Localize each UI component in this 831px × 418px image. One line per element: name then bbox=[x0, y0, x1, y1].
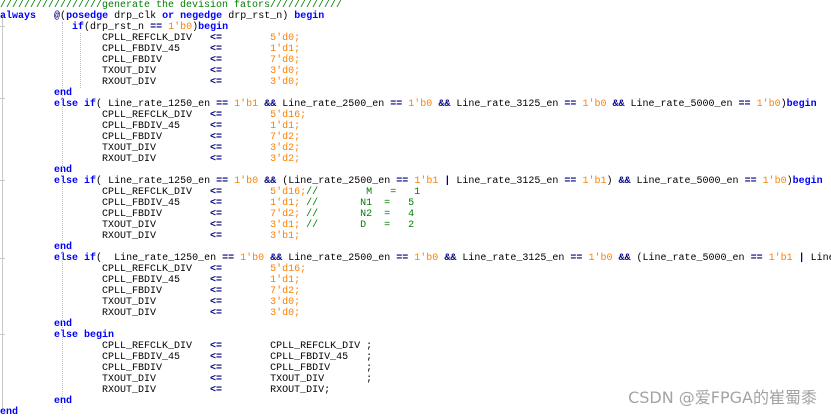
else-if-2500-3125: else if( Line_rate_1250_en == 1'b0 && (L… bbox=[54, 176, 823, 187]
assign-row-1-4: RXOUT_DIV <= 3'd2; bbox=[102, 154, 301, 165]
assign-row-0-4: RXOUT_DIV <= 3'd0; bbox=[102, 77, 301, 88]
fold-marker[interactable] bbox=[0, 180, 5, 181]
assign-row-2-1: CPLL_FBDIV_45 <= 1'd1; // N1 = 5 bbox=[102, 198, 415, 209]
end-line-4: end bbox=[54, 396, 73, 407]
end-line-3: end bbox=[54, 319, 73, 330]
assign-row-3-2: CPLL_FBDIV <= 7'd2; bbox=[102, 286, 301, 297]
end-line-1: end bbox=[54, 165, 73, 176]
assign-row-0-2: CPLL_FBDIV <= 7'd0; bbox=[102, 55, 301, 66]
assign-row-1-1: CPLL_FBDIV_45 <= 1'd1; bbox=[102, 121, 301, 132]
else-if-5000: else if( Line_rate_1250_en == 1'b0 && Li… bbox=[54, 253, 831, 264]
assign-row-0-3: TXOUT_DIV <= 3'd0; bbox=[102, 66, 301, 77]
fold-gutter bbox=[0, 0, 10, 416]
fold-marker[interactable] bbox=[0, 26, 5, 27]
assign-row-3-0: CPLL_REFCLK_DIV <= 5'd16; bbox=[102, 264, 307, 275]
if-reset-line: if(drp_rst_n == 1'b0)begin bbox=[72, 22, 229, 33]
always-line: always @(posedge drp_clk or negedge drp_… bbox=[0, 11, 325, 22]
assign-row-4-3: TXOUT_DIV <= TXOUT_DIV ; bbox=[102, 374, 373, 385]
assign-row-3-4: RXOUT_DIV <= 3'd0; bbox=[102, 308, 301, 319]
assign-row-0-1: CPLL_FBDIV_45 <= 1'd1; bbox=[102, 44, 301, 55]
assign-row-2-3: TXOUT_DIV <= 3'd1; // D = 2 bbox=[102, 220, 415, 231]
end-line-0: end bbox=[54, 88, 73, 99]
assign-row-2-4: RXOUT_DIV <= 3'b1; bbox=[102, 231, 301, 242]
assign-row-1-0: CPLL_REFCLK_DIV <= 5'd16; bbox=[102, 110, 307, 121]
assign-row-1-2: CPLL_FBDIV <= 7'd2; bbox=[102, 132, 301, 143]
indent-guide bbox=[80, 33, 81, 88]
assign-row-4-0: CPLL_REFCLK_DIV <= CPLL_REFCLK_DIV ; bbox=[102, 341, 373, 352]
assign-row-4-1: CPLL_FBDIV_45 <= CPLL_FBDIV_45 ; bbox=[102, 352, 373, 363]
else-if-1250: else if( Line_rate_1250_en == 1'b1 && Li… bbox=[54, 99, 817, 110]
comment-header: /////////////////generate the devision f… bbox=[0, 0, 343, 11]
assign-row-3-1: CPLL_FBDIV_45 <= 1'd1; bbox=[102, 275, 301, 286]
assign-row-0-0: CPLL_REFCLK_DIV <= 5'd0; bbox=[102, 33, 301, 44]
code-editor[interactable]: /////////////////generate the devision f… bbox=[0, 0, 831, 418]
fold-marker[interactable] bbox=[0, 334, 5, 335]
assign-row-4-2: CPLL_FBDIV <= CPLL_FBDIV ; bbox=[102, 363, 373, 374]
assign-row-2-2: CPLL_FBDIV <= 7'd2; // N2 = 4 bbox=[102, 209, 415, 220]
fold-marker[interactable] bbox=[0, 258, 5, 259]
indent-guide bbox=[62, 22, 63, 410]
watermark-text: CSDN @爱FPGA的崔蜀黍 bbox=[628, 388, 817, 407]
end-line-2: end bbox=[54, 242, 73, 253]
else-begin-line: else begin bbox=[54, 330, 115, 341]
end-line-final: end bbox=[0, 407, 19, 418]
assign-row-1-3: TXOUT_DIV <= 3'd2; bbox=[102, 143, 301, 154]
fold-marker[interactable] bbox=[0, 98, 5, 99]
assign-row-3-3: TXOUT_DIV <= 3'd0; bbox=[102, 297, 301, 308]
assign-row-2-0: CPLL_REFCLK_DIV <= 5'd16;// M = 1 bbox=[102, 187, 421, 198]
fold-guide bbox=[2, 14, 3, 410]
assign-row-4-4: RXOUT_DIV <= RXOUT_DIV; bbox=[102, 385, 331, 396]
